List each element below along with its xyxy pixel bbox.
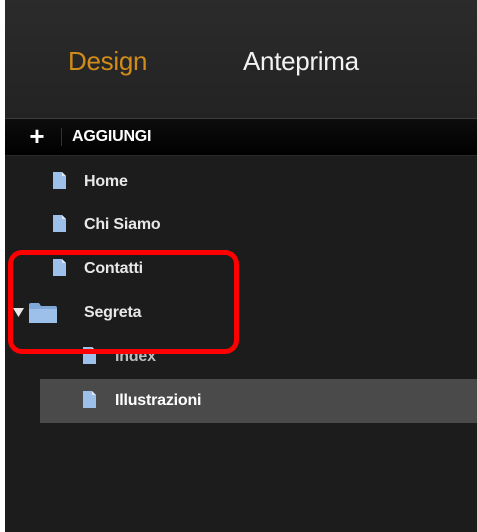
tree-item-label: Segreta — [84, 304, 142, 321]
plus-icon: + — [29, 121, 45, 151]
tab-preview[interactable]: Anteprima — [243, 46, 359, 77]
tree-item-index[interactable]: Index — [5, 335, 477, 379]
tree-item-illustrazioni[interactable]: Illustrazioni — [40, 379, 477, 423]
expand-arrow-icon[interactable] — [13, 308, 24, 317]
tree-item-contatti[interactable]: Contatti — [5, 247, 477, 291]
tree-item-chi-siamo[interactable]: Chi Siamo — [5, 203, 477, 247]
tree-item-home[interactable]: Home — [5, 160, 477, 204]
tree-item-label: Index — [115, 348, 156, 365]
mode-tabs: Design Anteprima — [5, 0, 477, 118]
add-page-label: AGGIUNGI — [72, 128, 152, 145]
page-icon — [83, 347, 96, 364]
tree-item-segreta[interactable]: Segreta — [5, 291, 477, 335]
tree-item-label: Contatti — [84, 260, 143, 277]
folder-icon — [29, 303, 57, 323]
site-panel: Design Anteprima + AGGIUNGI Home Chi Sia… — [5, 0, 477, 532]
tree-item-label: Chi Siamo — [84, 216, 161, 233]
tab-design[interactable]: Design — [68, 46, 147, 77]
page-icon — [53, 215, 66, 232]
page-icon — [53, 172, 66, 189]
page-icon — [83, 391, 96, 408]
tree-item-label: Illustrazioni — [115, 392, 202, 409]
tree-item-label: Home — [84, 173, 128, 190]
add-page-button[interactable]: + AGGIUNGI — [5, 118, 477, 156]
divider — [61, 128, 62, 146]
page-icon — [53, 259, 66, 276]
